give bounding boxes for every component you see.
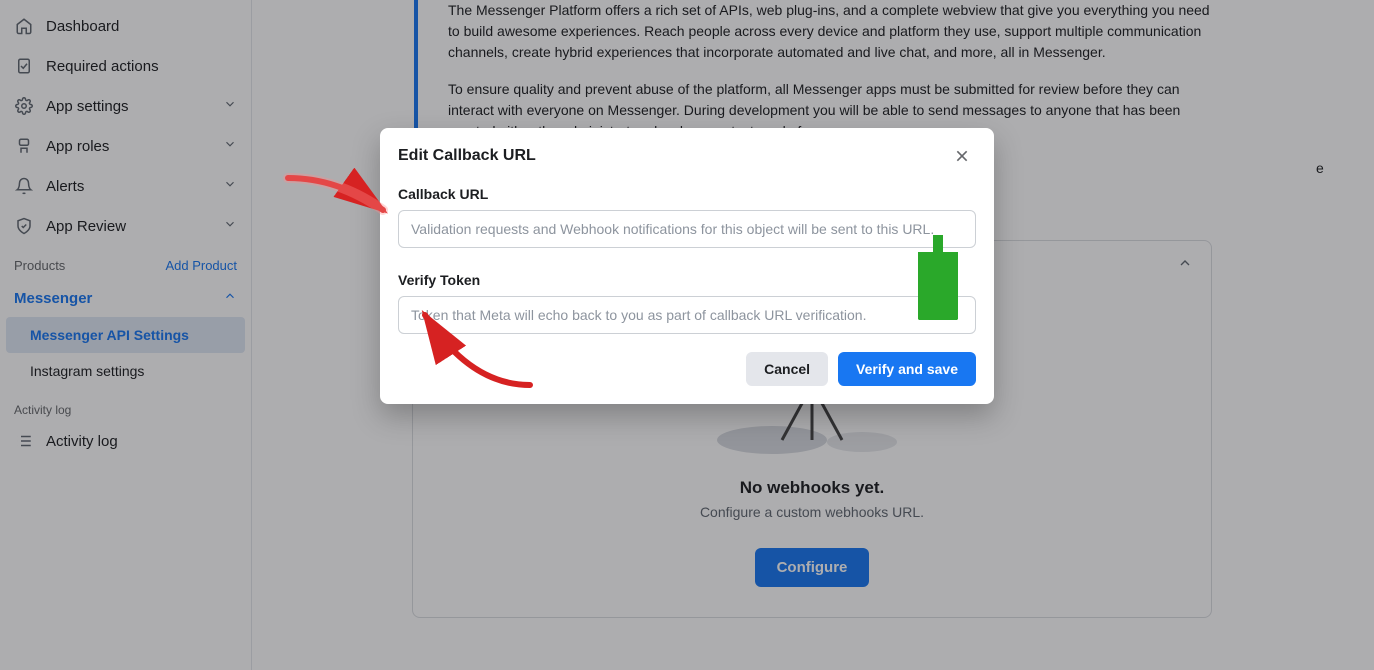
modal-overlay: Edit Callback URL Callback URL Verify To… bbox=[0, 0, 1374, 670]
verify-save-button[interactable]: Verify and save bbox=[838, 352, 976, 386]
callback-url-input[interactable] bbox=[398, 210, 976, 248]
edit-callback-modal: Edit Callback URL Callback URL Verify To… bbox=[380, 128, 994, 404]
close-button[interactable] bbox=[948, 142, 976, 170]
close-icon bbox=[954, 148, 970, 164]
verify-token-label: Verify Token bbox=[398, 272, 976, 288]
verify-token-input[interactable] bbox=[398, 296, 976, 334]
callback-url-label: Callback URL bbox=[398, 186, 976, 202]
cancel-button[interactable]: Cancel bbox=[746, 352, 828, 386]
modal-title: Edit Callback URL bbox=[398, 147, 536, 165]
